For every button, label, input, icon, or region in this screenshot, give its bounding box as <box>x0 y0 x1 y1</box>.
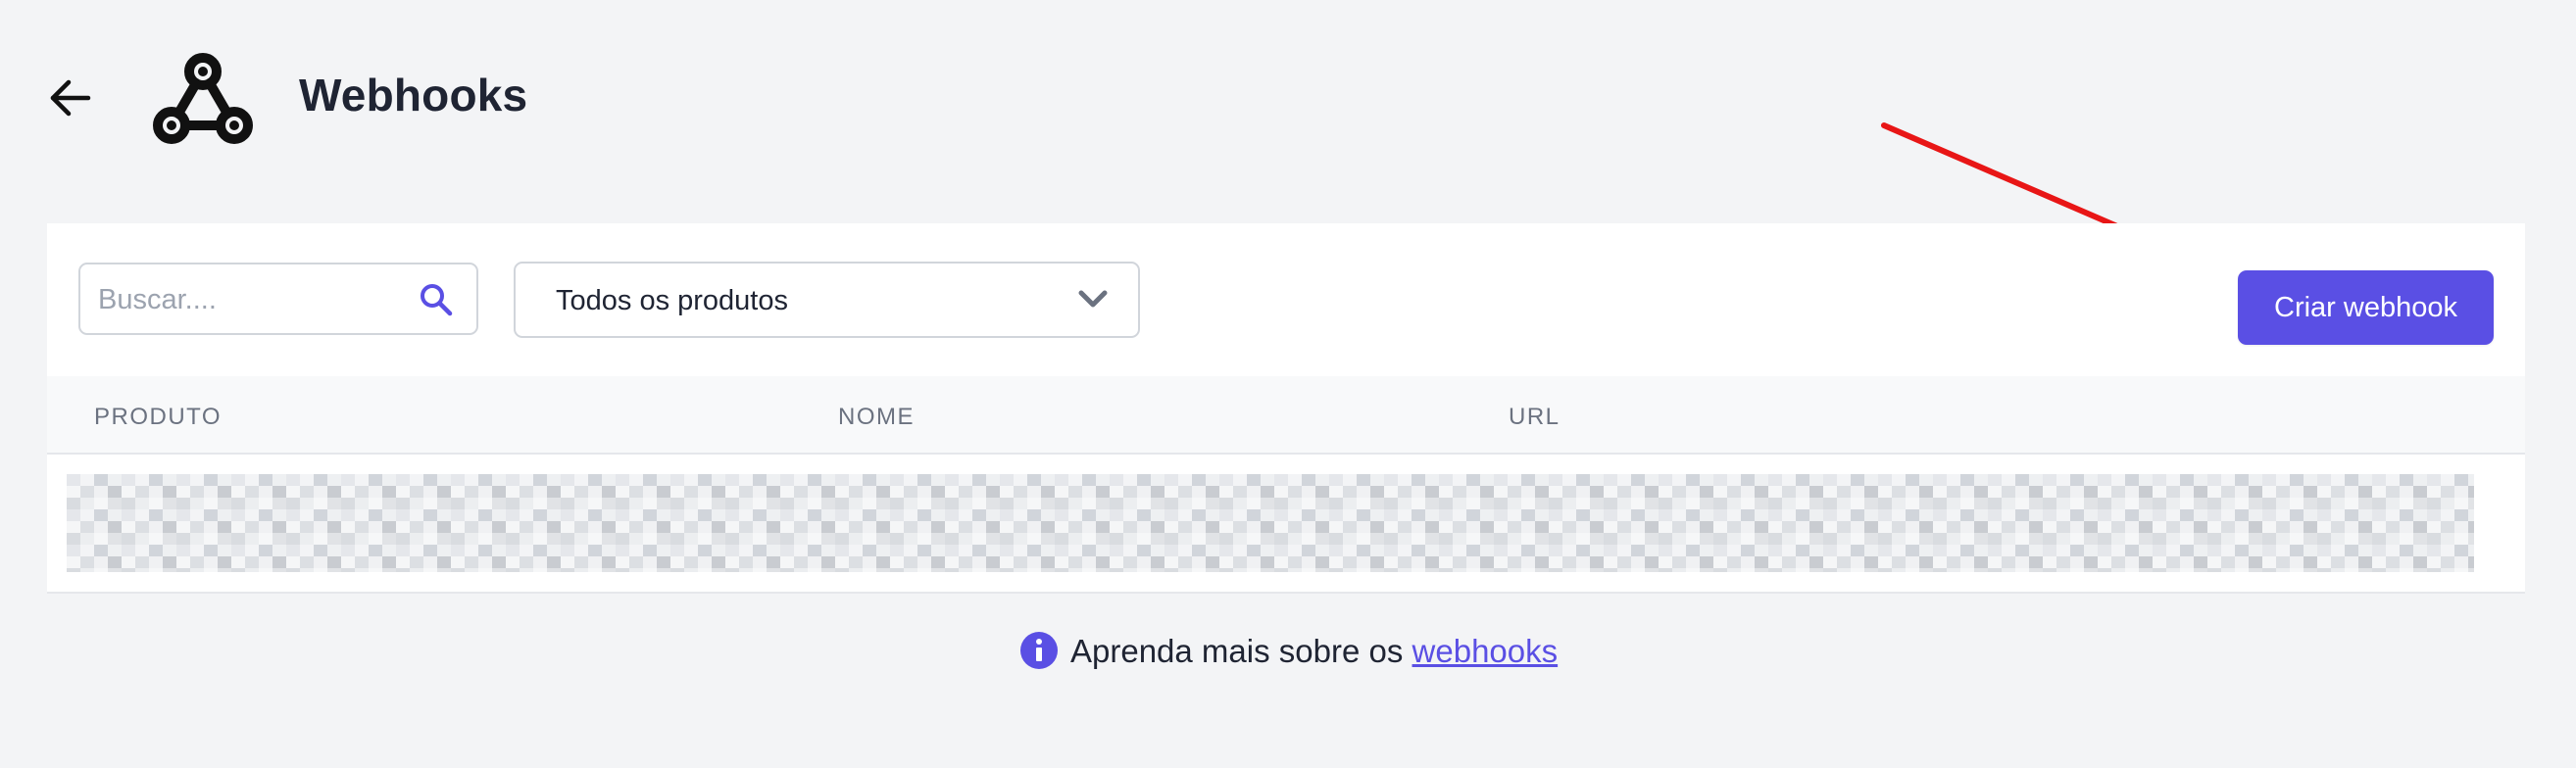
column-header-url[interactable]: URL <box>1509 404 1560 431</box>
search-input[interactable] <box>96 264 414 335</box>
toolbar: Todos os produtos Criar webhook <box>47 223 2525 376</box>
arrow-left-icon <box>50 79 91 117</box>
column-header-nome[interactable]: NOME <box>838 404 915 431</box>
product-filter-select[interactable]: Todos os produtos <box>514 262 1140 338</box>
table-row[interactable] <box>47 455 2525 594</box>
webhooks-docs-link[interactable]: webhooks <box>1412 633 1559 669</box>
product-filter-value: Todos os produtos <box>556 285 788 316</box>
redacted-content <box>67 474 2474 572</box>
info-icon <box>1020 632 1058 669</box>
learn-more-prefix: Aprenda mais sobre os <box>1070 633 1404 669</box>
learn-more-text: Aprenda mais sobre os webhooks <box>1070 633 1558 670</box>
search-box[interactable] <box>78 263 478 335</box>
webhook-icon <box>149 47 257 149</box>
page-title: Webhooks <box>299 70 528 120</box>
back-button[interactable] <box>47 76 94 120</box>
page-header: Webhooks <box>0 0 2576 196</box>
table-header: PRODUTO NOME URL <box>47 376 2525 455</box>
create-webhook-button[interactable]: Criar webhook <box>2238 270 2494 345</box>
webhooks-card: Todos os produtos Criar webhook PRODUTO … <box>47 223 2525 594</box>
search-icon[interactable] <box>420 283 453 316</box>
chevron-down-icon <box>1078 290 1108 308</box>
column-header-produto[interactable]: PRODUTO <box>94 404 222 431</box>
